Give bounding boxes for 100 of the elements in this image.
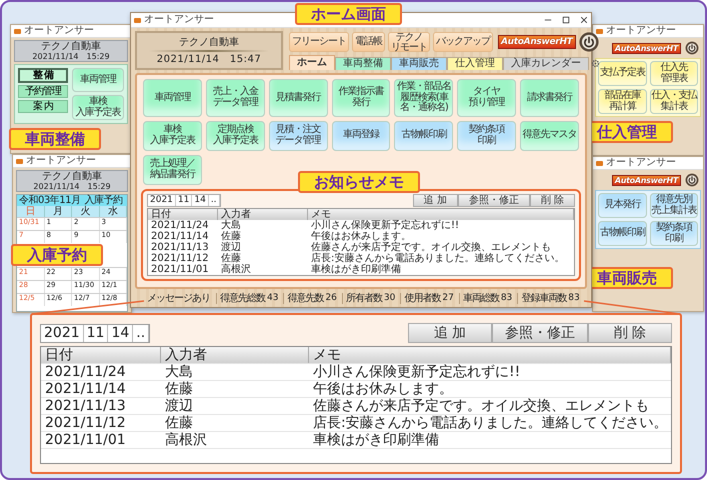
callout-label: ホーム画面 — [295, 3, 402, 25]
logo: AutoAnswerHT — [612, 42, 681, 54]
menu-tile[interactable]: 作業・部品名 履歴検索(車 名・通称名) — [394, 79, 454, 116]
memo-button[interactable]: 追 加 — [412, 194, 458, 206]
table-cell-text: 2021/11/24 — [44, 364, 127, 380]
toolbar-button[interactable]: 電話帳 — [352, 32, 385, 52]
menu-tile[interactable]: 車検 入庫予定表 — [143, 120, 202, 150]
menu-tile[interactable]: 古物帳印刷 — [394, 120, 454, 150]
table-cell-text: 車検はがき印刷準備 — [312, 432, 440, 448]
table-cell-text: 2021/11/14 — [44, 381, 127, 397]
power-icon[interactable] — [578, 32, 599, 52]
table-cell-text: 高根沢 — [220, 264, 252, 274]
column-header[interactable]: 入力者 — [218, 208, 308, 220]
count-value: 83 — [568, 293, 580, 304]
menu-tile[interactable]: 車両登録 — [332, 120, 390, 150]
app-icon — [596, 160, 603, 166]
date-time: 2021/11/14 15:47 — [156, 54, 262, 64]
count-label: 得意先総数 — [216, 293, 265, 304]
menu-tile[interactable]: 請求書発行 — [520, 79, 579, 116]
tab[interactable]: 車両整備 — [335, 57, 391, 70]
date-time: 2021/11/14 15:29 — [33, 182, 111, 191]
column-header[interactable]: 日付 — [41, 347, 161, 363]
table-cell-text: 2021/11/01 — [44, 432, 127, 448]
menu-tile[interactable]: 売上・入金 データ管理 — [206, 79, 265, 116]
table-cell-text: 午後はお休みします。 — [312, 381, 454, 397]
table-cell-text: 2021/11/13 — [150, 242, 210, 252]
weekday-header: 水 — [100, 206, 127, 217]
table-cell-text: 高根沢 — [164, 432, 208, 448]
count-value: 83 — [500, 293, 512, 304]
table-cell-text: 佐藤 — [164, 415, 194, 431]
toolbar-button[interactable]: テクノ リモート — [388, 32, 430, 52]
table-cell-text: 2021/11/13 — [44, 398, 127, 414]
power-icon[interactable] — [685, 41, 699, 55]
table-cell-text: 2021/11/14 — [150, 230, 210, 242]
tab[interactable]: 入庫カレンダー — [503, 57, 589, 70]
menu-tile[interactable]: 得意先別 売上集計表 — [650, 193, 698, 218]
menu-tile[interactable]: 契約条項 印刷 — [457, 120, 516, 150]
menu-tile[interactable]: 見本発行 — [598, 193, 646, 218]
table-cell-text: 午後はお休みします。 — [310, 230, 411, 242]
table-cell-text: 渡辺 — [164, 398, 194, 414]
logo: AutoAnswerHT — [498, 35, 576, 49]
menu-tile[interactable]: 定期点検 入庫予定表 — [206, 120, 265, 150]
menu-tile[interactable]: 見積書発行 — [268, 79, 328, 116]
table-cell-text: 佐藤さんが来店予定です。オイル交換、エレメントも — [310, 242, 552, 252]
menu-tile[interactable]: 契約条項 印刷 — [650, 221, 698, 246]
tab[interactable]: 仕入管理 — [447, 57, 503, 70]
date-field[interactable]: 2021 11 14 .. — [147, 194, 221, 206]
app-icon — [134, 18, 141, 22]
table-cell-text: 大島 — [220, 220, 242, 230]
menu-tile[interactable]: 仕入・支払 集計表 — [650, 89, 698, 114]
power-icon[interactable] — [685, 173, 699, 187]
gear-icon[interactable] — [591, 59, 600, 68]
toolbar-button[interactable]: フリーシート — [289, 32, 349, 52]
menu-tile[interactable]: 車検 入庫予定表 — [72, 95, 124, 120]
table-cell-text: 佐藤さんが来店予定です。オイル交換、エレメントも — [312, 398, 650, 414]
column-header[interactable]: 入力者 — [161, 347, 309, 363]
calendar-month: 令和03年11月 — [19, 195, 80, 206]
menu-tile[interactable]: 部品在庫 再計算 — [598, 89, 646, 114]
calendar-label: 入庫予約 — [84, 195, 122, 206]
menu-tile[interactable]: 仕入先 管理表 — [650, 61, 698, 86]
menu-tile[interactable]: 古物帳印刷 — [598, 221, 646, 246]
close-icon[interactable] — [580, 16, 588, 24]
column-header[interactable]: 日付 — [148, 208, 218, 220]
table-cell-text: 店長:安藤さんから電話ありました。連絡してください。 — [310, 252, 566, 264]
window-title: オートアンサー — [26, 156, 96, 166]
menu-tile[interactable]: 売上処理／ 納品書発行 — [143, 154, 202, 184]
menu-tile[interactable]: 得意先マスタ — [520, 120, 579, 150]
menu-item[interactable]: 予約管理 — [18, 85, 68, 98]
tab[interactable]: ホーム — [289, 55, 335, 70]
memo-button[interactable]: 参照・修正 — [492, 323, 588, 343]
column-header[interactable]: メモ — [308, 208, 574, 220]
window-title: オートアンサー — [606, 158, 676, 168]
menu-tile[interactable]: 見積・注文 データ管理 — [268, 120, 328, 150]
column-header[interactable]: メモ — [309, 347, 671, 363]
memo-button[interactable]: 参照・修正 — [458, 194, 530, 206]
date-field[interactable]: 2021 11 14 .. — [40, 324, 150, 343]
menu-tile[interactable]: 車両管理 — [143, 79, 202, 116]
company-name: テクノ自動車 — [179, 36, 239, 48]
memo-button[interactable]: 削 除 — [530, 194, 575, 206]
memo-button[interactable]: 追 加 — [408, 323, 492, 343]
callout-label: お知らせメモ — [298, 170, 420, 192]
count-label: 使用者数 — [400, 293, 440, 304]
logo: AutoAnswerHT — [612, 174, 681, 186]
app-icon — [596, 28, 603, 34]
menu-tile[interactable]: 車両管理 — [72, 68, 124, 92]
menu-tile[interactable]: 作業指示書 発行 — [332, 79, 390, 116]
menu-tile[interactable]: タイヤ 預り管理 — [457, 79, 516, 116]
tab[interactable]: 車両販売 — [391, 57, 447, 70]
toolbar-button[interactable]: バックアップ — [433, 32, 493, 52]
memo-button[interactable]: 削 除 — [588, 323, 672, 343]
count-label: 車両総数 — [458, 293, 499, 304]
weekday-header: 火 — [72, 206, 100, 217]
menu-item[interactable]: 整 備 — [18, 68, 68, 83]
menu-item[interactable]: 案 内 — [18, 100, 68, 113]
app-icon — [16, 158, 23, 164]
menu-tile[interactable]: 支払予定表 — [598, 61, 646, 86]
maximize-icon[interactable] — [562, 16, 570, 24]
count-value: 43 — [267, 293, 278, 304]
company-name: テクノ自動車 — [42, 171, 102, 182]
date-time: 2021/11/14 15:29 — [32, 52, 110, 61]
